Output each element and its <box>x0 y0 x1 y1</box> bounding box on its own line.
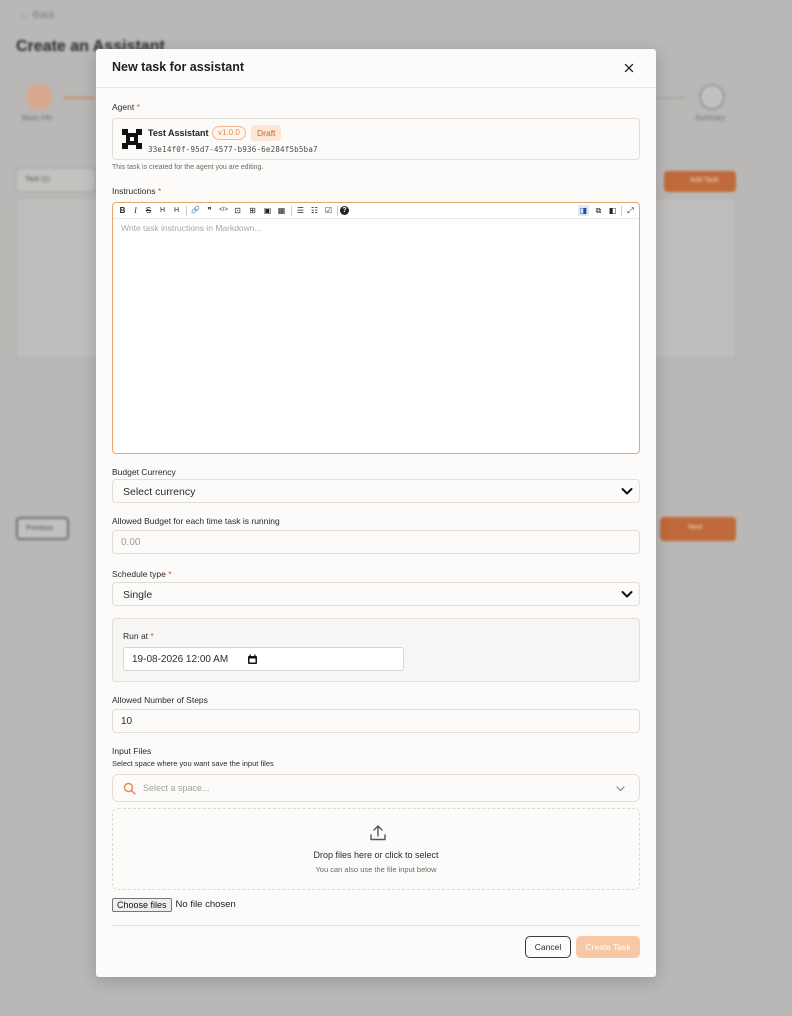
fullscreen-button[interactable]: ⤢ <box>625 205 636 216</box>
agent-logo-icon <box>122 129 142 149</box>
agent-label: Agent * <box>112 102 140 112</box>
calendar-icon[interactable] <box>247 654 258 665</box>
no-file-text: No file chosen <box>175 899 236 910</box>
allowed-budget-input[interactable]: 0.00 <box>112 530 640 554</box>
cancel-button[interactable]: Cancel <box>525 936 571 958</box>
schedule-type-select[interactable]: Single <box>112 582 640 606</box>
italic-button[interactable]: I <box>130 205 141 216</box>
agent-helper-text: This task is created for the agent you a… <box>112 164 264 171</box>
image-button[interactable]: ▣ <box>262 205 273 216</box>
file-input: Choose files No file chosen <box>112 898 236 912</box>
code-block-button[interactable]: ⊡ <box>232 205 243 216</box>
upload-icon <box>370 825 386 841</box>
back-link: ← Back <box>20 10 56 21</box>
instructions-placeholder: Write task instructions in Markdown... <box>121 223 262 233</box>
split-view-button[interactable]: ⧉ <box>593 205 604 216</box>
create-task-button[interactable]: Create Task <box>576 936 640 958</box>
chevron-down-icon <box>621 591 633 598</box>
space-select-placeholder: Select a space... <box>143 783 210 793</box>
instructions-editor[interactable]: B I S H H 🔗 ❞ </> ⊡ ⊞ ▣ ▦ ☰ ☷ ☑ ? ◨ ⧉ ◧ … <box>112 202 640 454</box>
step-indicator-basic-info <box>26 84 52 110</box>
preview-button[interactable]: ◧ <box>607 205 618 216</box>
chevron-down-icon <box>621 488 633 495</box>
step-connector <box>64 97 94 99</box>
close-button[interactable] <box>622 61 636 75</box>
run-at-value: 19-08-2026 12:00 AM <box>132 654 229 665</box>
budget-currency-label: Budget Currency <box>112 467 176 477</box>
strikethrough-button[interactable]: S <box>143 205 154 216</box>
instructions-label: Instructions * <box>112 186 162 196</box>
chevron-down-icon <box>616 786 625 792</box>
input-files-label: Input Files <box>112 746 152 756</box>
schedule-type-label: Schedule type * <box>112 569 172 579</box>
heading-button[interactable]: H <box>157 205 168 216</box>
input-files-sublabel: Select space where you want save the inp… <box>112 759 274 768</box>
checklist-button[interactable]: ☑ <box>323 205 334 216</box>
choose-files-button[interactable]: Choose files <box>112 898 172 912</box>
toolbar-divider <box>337 206 338 216</box>
task-select: Task (1) <box>16 168 96 192</box>
agent-id: 33e14f0f-95d7-4577-b936-6e284f5b5ba7 <box>148 145 318 154</box>
search-icon <box>123 782 136 795</box>
step-label-basic-info: Basic info <box>22 115 53 122</box>
modal-title: New task for assistant <box>112 60 244 74</box>
run-at-panel: Run at * 19-08-2026 12:00 AM <box>112 618 640 682</box>
bold-button[interactable]: B <box>117 205 128 216</box>
footer-divider <box>112 925 640 926</box>
agent-card: Test Assistant v1.0.0 Draft 33e14f0f-95d… <box>112 118 640 160</box>
schedule-type-value: Single <box>123 589 153 601</box>
table-button[interactable]: ▦ <box>276 205 287 216</box>
side-preview-button[interactable]: ◨ <box>578 205 589 216</box>
add-task-button: Add Task <box>664 171 736 192</box>
quote-button[interactable]: ❞ <box>204 205 215 216</box>
upload-image-button[interactable]: ⊞ <box>247 205 258 216</box>
help-icon[interactable]: ? <box>340 206 349 215</box>
budget-currency-value: Select currency <box>123 486 196 498</box>
agent-name: Test Assistant <box>148 128 209 138</box>
run-at-datetime-input[interactable]: 19-08-2026 12:00 AM <box>123 647 404 671</box>
file-dropzone[interactable]: Drop files here or click to select You c… <box>112 808 640 890</box>
step-indicator-summary <box>699 84 725 110</box>
steps-label: Allowed Number of Steps <box>112 695 208 705</box>
link-button[interactable]: 🔗 <box>190 205 201 216</box>
status-badge: Draft <box>251 125 282 141</box>
dropzone-title: Drop files here or click to select <box>313 850 439 860</box>
toolbar-divider <box>291 206 292 216</box>
next-button: Next <box>660 517 736 541</box>
version-badge: v1.0.0 <box>212 126 246 140</box>
heading-smaller-button[interactable]: H <box>171 205 182 216</box>
steps-input[interactable]: 10 <box>112 709 640 733</box>
space-select[interactable]: Select a space... <box>112 774 640 802</box>
allowed-budget-label: Allowed Budget for each time task is run… <box>112 516 280 526</box>
ordered-list-button[interactable]: ☷ <box>309 205 320 216</box>
dropzone-hint: You can also use the file input below <box>315 865 437 874</box>
budget-currency-select[interactable]: Select currency <box>112 479 640 503</box>
toolbar-divider <box>186 206 187 216</box>
step-label-summary: Summary <box>695 115 725 122</box>
editor-toolbar: B I S H H 🔗 ❞ </> ⊡ ⊞ ▣ ▦ ☰ ☷ ☑ ? ◨ ⧉ ◧ … <box>113 203 639 219</box>
previous-button: Previous <box>16 517 69 540</box>
modal-header: New task for assistant <box>96 49 656 88</box>
step-connector <box>656 97 686 99</box>
code-button[interactable]: </> <box>218 205 229 216</box>
close-icon <box>624 63 634 73</box>
unordered-list-button[interactable]: ☰ <box>295 205 306 216</box>
run-at-label: Run at * <box>123 631 154 641</box>
toolbar-divider <box>621 206 622 216</box>
new-task-modal: New task for assistant Agent * Test Assi… <box>96 49 656 977</box>
